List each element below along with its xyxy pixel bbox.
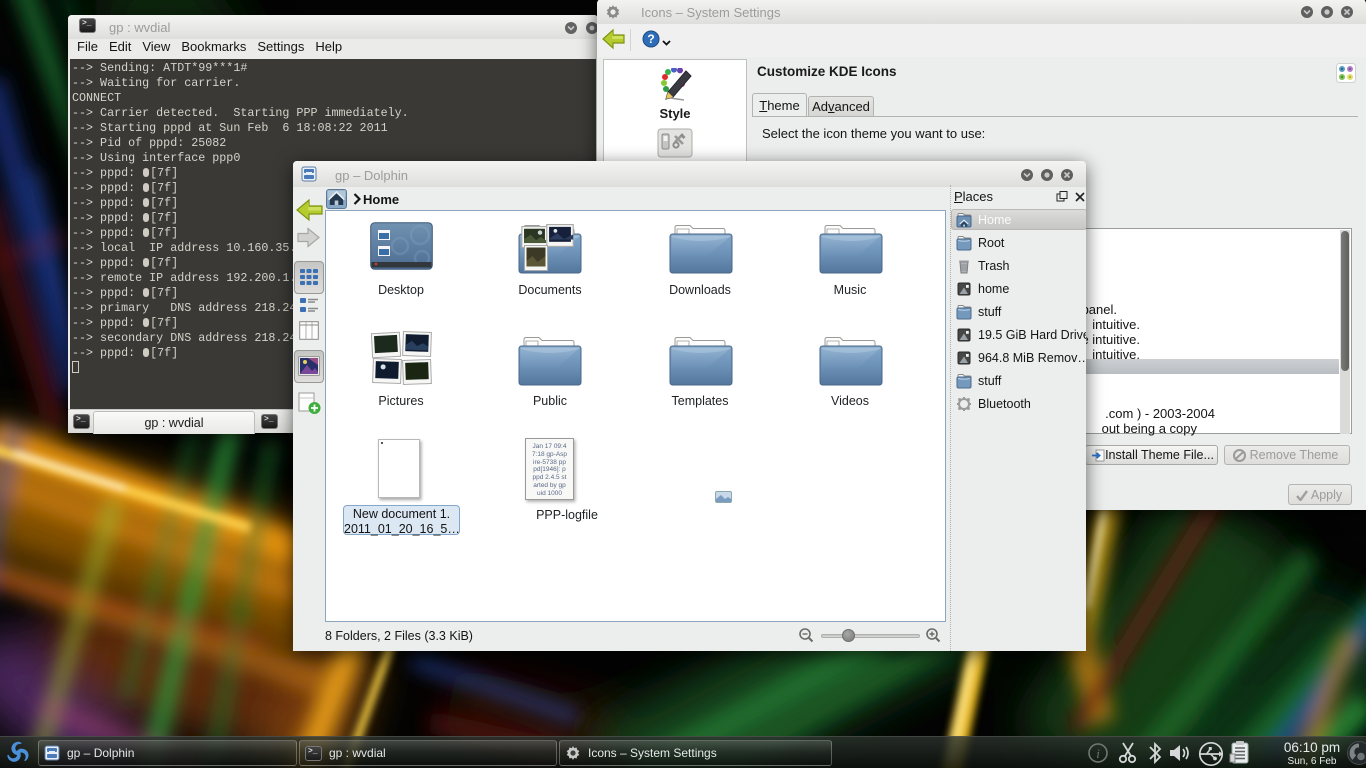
svg-text:?: ? <box>647 32 654 46</box>
svg-text:i: i <box>1096 746 1100 761</box>
